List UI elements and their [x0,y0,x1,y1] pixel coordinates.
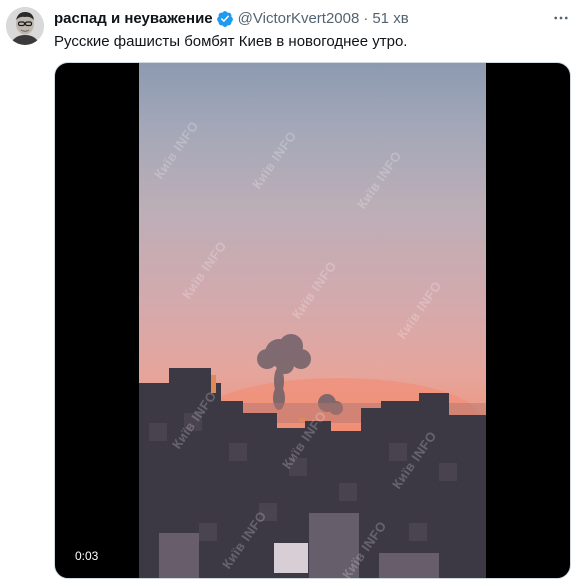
header-separator: · [363,10,369,27]
author-display-name[interactable]: распад и неуважение [54,9,213,29]
tweet-card[interactable]: распад и неуважение @VictorKvert2008 · 5… [0,0,583,586]
verified-badge-icon [216,10,234,28]
tweet-timestamp[interactable]: 51 хв [372,9,408,29]
video-player[interactable]: Київ INFO Київ INFO Київ INFO Київ INFO … [54,62,571,579]
avatar[interactable] [6,7,44,45]
tweet-header: распад и неуважение @VictorKvert2008 · 5… [54,8,409,30]
more-options-icon [554,16,568,20]
tweet-text: Русские фашисты бомбят Киев в новогоднее… [54,33,408,50]
author-handle[interactable]: @VictorKvert2008 [238,9,360,29]
video-duration-label: 0:03 [75,549,99,563]
video-frame[interactable]: Київ INFO Київ INFO Київ INFO Київ INFO … [139,63,486,578]
more-options-button[interactable] [549,6,573,30]
avatar-photo-icon [6,7,44,45]
